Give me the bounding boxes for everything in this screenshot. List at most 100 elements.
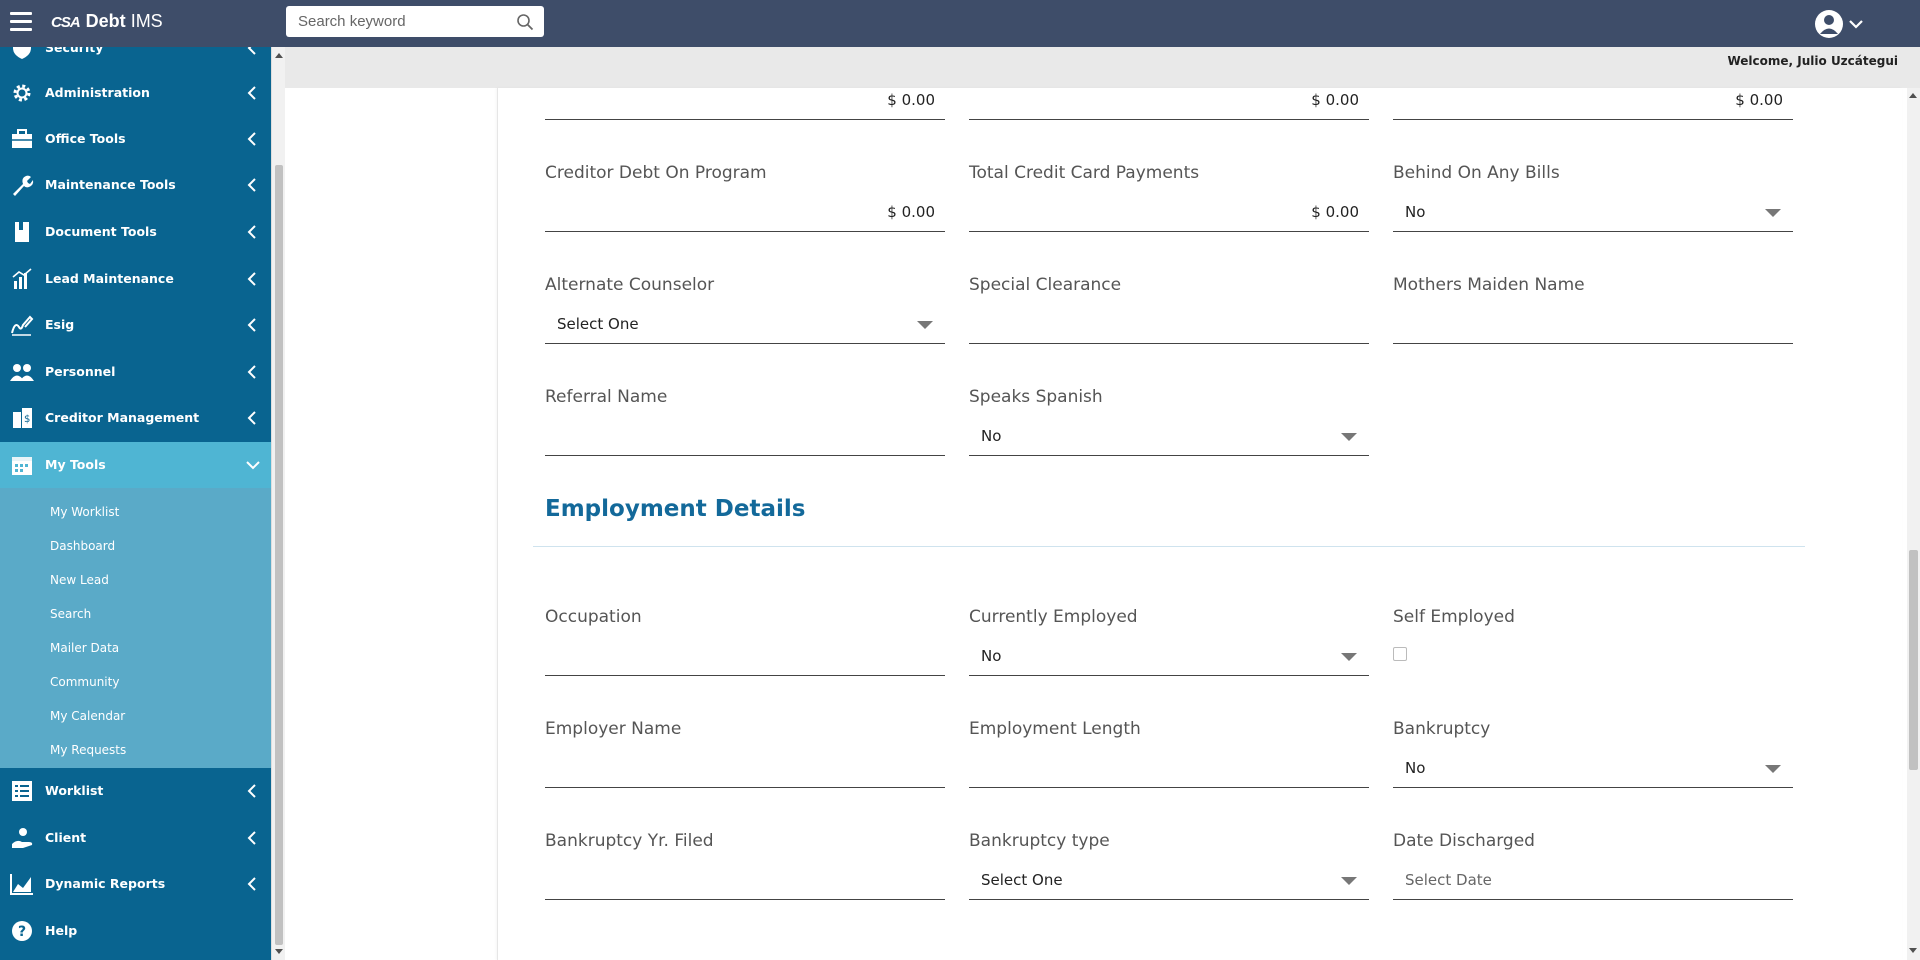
money-field-1[interactable]: $ 0.00 [545,88,945,120]
chevron-left-icon [247,225,256,239]
scroll-up-arrow-icon[interactable] [275,53,283,58]
user-avatar-icon[interactable] [1815,10,1843,38]
sidebar-item-worklist[interactable]: Worklist [0,768,271,814]
welcome-text: Welcome, Julio Uzcátegui [1727,54,1898,68]
bankruptcy-select[interactable]: Bankruptcy No [1393,719,1793,789]
self-employed-checkbox[interactable] [1393,647,1407,661]
money-field-2[interactable]: $ 0.00 [969,88,1369,120]
logo-title: Debt [85,11,126,31]
creditor-icon: $ [13,408,32,428]
occupation-field[interactable]: Occupation [545,607,945,677]
select-value: No [981,427,1002,445]
dropdown-caret-icon[interactable] [1765,209,1781,217]
gear-icon [13,84,31,102]
field-underline [545,899,945,900]
sidebar-item-help[interactable]: ? Help [0,908,271,954]
sidebar-item-client[interactable]: Client [0,815,271,861]
sidebar-item-creditor-management[interactable]: $ Creditor Management [0,395,271,441]
main-scrollbar[interactable] [1907,88,1920,960]
select-value: No [981,647,1002,665]
sidebar-item-label: Document Tools [45,224,157,239]
help-icon: ? [12,921,32,941]
select-value: No [1405,759,1426,777]
sidebar-item-personnel[interactable]: Personnel [0,349,271,395]
user-menu[interactable] [1814,9,1874,39]
sidebar-item-my-tools[interactable]: My Tools [0,442,271,488]
dropdown-caret-icon[interactable] [1341,433,1357,441]
sidebar-item-label: Worklist [45,783,104,798]
mothers-maiden-name-field[interactable]: Mothers Maiden Name [1393,275,1793,345]
hamburger-menu-icon[interactable] [10,12,32,32]
svg-text:?: ? [18,924,26,940]
field-underline [545,231,945,232]
sidebar-item-label: My Tools [45,457,106,472]
field-label: Currently Employed [969,607,1138,627]
employment-length-field[interactable]: Employment Length [969,719,1369,789]
field-underline [1393,343,1793,344]
currently-employed-select[interactable]: Currently Employed No [969,607,1369,677]
total-cc-payments-field[interactable]: Total Credit Card Payments $ 0.00 [969,163,1369,233]
sidebar-item-label: Dynamic Reports [45,876,166,891]
sidebar-item-office-tools[interactable]: Office Tools [0,116,271,162]
scroll-down-arrow-icon[interactable] [275,949,283,954]
scrollbar-thumb[interactable] [275,165,283,945]
calendar-icon [12,457,32,475]
bankruptcy-type-select[interactable]: Bankruptcy type Select One [969,831,1369,901]
scrollbar-thumb[interactable] [1909,550,1918,770]
field-underline [969,787,1369,788]
behind-bills-select[interactable]: Behind On Any Bills No [1393,163,1793,233]
dropdown-caret-icon[interactable] [1341,653,1357,661]
search-box [286,6,544,37]
submenu-item-mailer-data[interactable]: Mailer Data [50,641,119,655]
dropdown-caret-icon[interactable] [917,321,933,329]
select-value: Select One [557,315,639,333]
submenu-item-my-worklist[interactable]: My Worklist [50,505,119,519]
sidebar-item-document-tools[interactable]: Document Tools [0,209,271,255]
scroll-down-arrow-icon[interactable] [1909,948,1917,953]
document-icon [15,222,29,242]
referral-name-field[interactable]: Referral Name [545,387,945,457]
dropdown-caret-icon[interactable] [1341,877,1357,885]
bankruptcy-year-field[interactable]: Bankruptcy Yr. Filed [545,831,945,901]
chevron-down-icon[interactable] [1849,20,1863,29]
scroll-up-arrow-icon[interactable] [1909,93,1917,98]
search-icon[interactable] [516,13,534,31]
field-underline [1393,119,1793,120]
submenu-item-my-requests[interactable]: My Requests [50,743,126,757]
sidebar-item-lead-maintenance[interactable]: Lead Maintenance [0,256,271,302]
sidebar: Security Administration Office Tools Mai… [0,47,271,960]
submenu-item-my-calendar[interactable]: My Calendar [50,709,125,723]
sidebar-item-administration[interactable]: Administration [0,70,271,116]
employer-name-field[interactable]: Employer Name [545,719,945,789]
sidebar-item-label: Help [45,923,78,938]
reports-icon [10,874,33,895]
field-value: $ 0.00 [1735,91,1783,109]
field-underline [969,899,1369,900]
search-input[interactable] [286,6,506,37]
money-field-3[interactable]: $ 0.00 [1393,88,1793,120]
sidebar-item-dynamic-reports[interactable]: Dynamic Reports [0,861,271,907]
app-logo[interactable]: CSA Debt IMS [51,11,163,32]
field-underline [545,787,945,788]
submenu-item-dashboard[interactable]: Dashboard [50,539,115,553]
submenu-item-search[interactable]: Search [50,607,91,621]
sidebar-item-label: Creditor Management [45,410,200,425]
submenu-item-community[interactable]: Community [50,675,119,689]
alternate-counselor-select[interactable]: Alternate Counselor Select One [545,275,945,345]
dropdown-caret-icon[interactable] [1765,765,1781,773]
submenu-item-new-lead[interactable]: New Lead [50,573,109,587]
speaks-spanish-select[interactable]: Speaks Spanish No [969,387,1369,457]
select-value: No [1405,203,1426,221]
sidebar-scrollbar[interactable] [271,47,285,960]
special-clearance-field[interactable]: Special Clearance [969,275,1369,345]
creditor-debt-field[interactable]: Creditor Debt On Program $ 0.00 [545,163,945,233]
date-placeholder: Select Date [1405,871,1492,889]
field-value: $ 0.00 [1311,91,1359,109]
date-discharged-field[interactable]: Date Discharged Select Date [1393,831,1793,901]
field-label: Bankruptcy [1393,719,1491,739]
signature-icon [11,315,34,336]
sidebar-item-esig[interactable]: Esig [0,302,271,348]
logo-mark: CSA [51,14,81,31]
sidebar-item-security[interactable]: Security [0,47,271,71]
sidebar-item-maintenance-tools[interactable]: Maintenance Tools [0,162,271,208]
